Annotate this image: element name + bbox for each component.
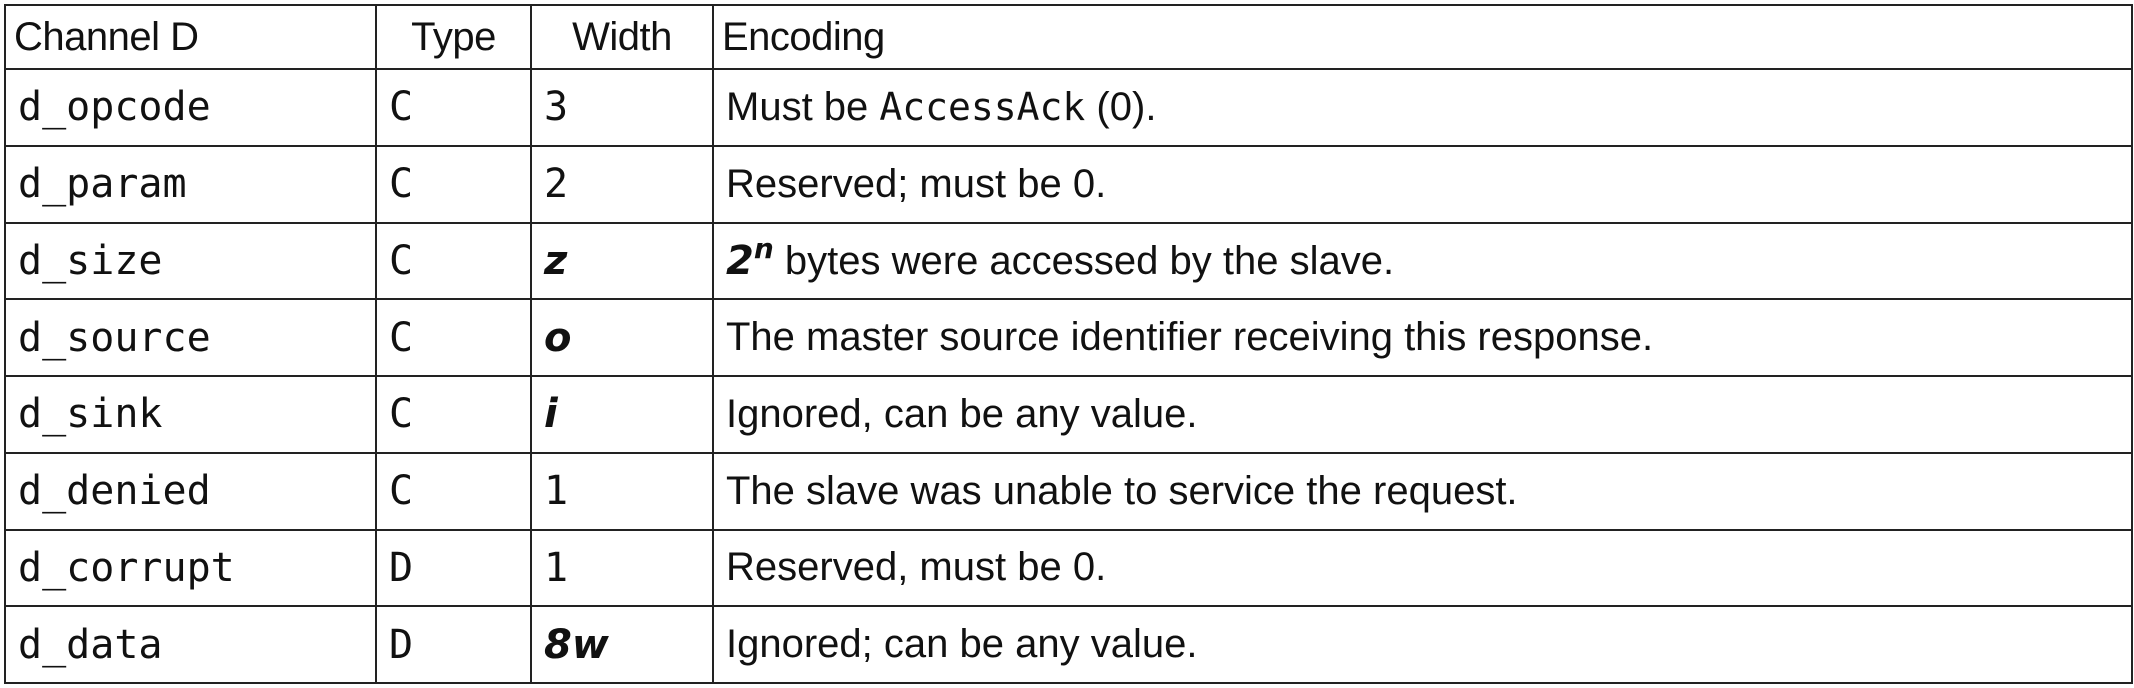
- encoding-text-rest: bytes were accessed by the slave.: [773, 238, 1395, 283]
- header-width: Width: [530, 4, 714, 70]
- signal-width: 3: [530, 68, 714, 147]
- signal-encoding: Ignored, can be any value.: [712, 375, 2133, 454]
- signal-type: C: [375, 144, 532, 224]
- signal-type: C: [375, 375, 532, 454]
- signal-encoding: Reserved; must be 0.: [712, 144, 2133, 224]
- signal-width: 1: [530, 528, 714, 608]
- header-encoding: Encoding: [712, 4, 2133, 70]
- table-row-d-size: d_size C z 2n bytes were accessed by the…: [4, 221, 2133, 301]
- signal-name: d_denied: [4, 451, 377, 531]
- signal-type: C: [375, 68, 532, 147]
- signal-encoding: The master source identifier receiving t…: [712, 298, 2133, 377]
- table-row-d-denied: d_denied C 1 The slave was unable to ser…: [4, 451, 2133, 531]
- signal-type: D: [375, 605, 532, 684]
- table-header-row: Channel D Type Width Encoding: [4, 4, 2133, 70]
- header-channel: Channel D: [4, 4, 377, 70]
- signal-name: d_data: [4, 605, 377, 684]
- signal-encoding: Reserved, must be 0.: [712, 528, 2133, 608]
- signal-width: z: [530, 221, 714, 301]
- signal-name: d_sink: [4, 375, 377, 454]
- math-base: 2: [726, 237, 754, 284]
- signal-name: d_corrupt: [4, 528, 377, 608]
- encoding-text-after: (0).: [1085, 84, 1157, 129]
- signal-encoding: The slave was unable to service the requ…: [712, 451, 2133, 531]
- signal-encoding: 2n bytes were accessed by the slave.: [712, 221, 2133, 301]
- signal-type: C: [375, 298, 532, 377]
- signal-width: 8w: [530, 605, 714, 684]
- signal-type: D: [375, 528, 532, 608]
- signal-width: 1: [530, 451, 714, 531]
- header-type: Type: [375, 4, 532, 70]
- table-row-d-source: d_source C o The master source identifie…: [4, 298, 2133, 377]
- signal-width: o: [530, 298, 714, 377]
- math-exponent: n: [753, 231, 774, 265]
- encoding-code: AccessAck: [879, 84, 1086, 129]
- table-row-d-sink: d_sink C i Ignored, can be any value.: [4, 375, 2133, 454]
- encoding-math: 2n: [726, 234, 774, 284]
- signal-width: i: [530, 375, 714, 454]
- table-row-d-data: d_data D 8w Ignored; can be any value.: [4, 605, 2133, 684]
- channel-d-table: Channel D Type Width Encoding d_opcode C…: [4, 4, 2133, 684]
- signal-width: 2: [530, 144, 714, 224]
- signal-encoding: Must be AccessAck (0).: [712, 68, 2133, 147]
- table-row-d-corrupt: d_corrupt D 1 Reserved, must be 0.: [4, 528, 2133, 608]
- table-row-d-param: d_param C 2 Reserved; must be 0.: [4, 144, 2133, 224]
- signal-name: d_size: [4, 221, 377, 301]
- signal-name: d_param: [4, 144, 377, 224]
- encoding-text-before: Must be: [726, 84, 880, 129]
- table-row-d-opcode: d_opcode C 3 Must be AccessAck (0).: [4, 68, 2133, 147]
- signal-type: C: [375, 221, 532, 301]
- signal-type: C: [375, 451, 532, 531]
- signal-name: d_source: [4, 298, 377, 377]
- signal-encoding: Ignored; can be any value.: [712, 605, 2133, 684]
- signal-name: d_opcode: [4, 68, 377, 147]
